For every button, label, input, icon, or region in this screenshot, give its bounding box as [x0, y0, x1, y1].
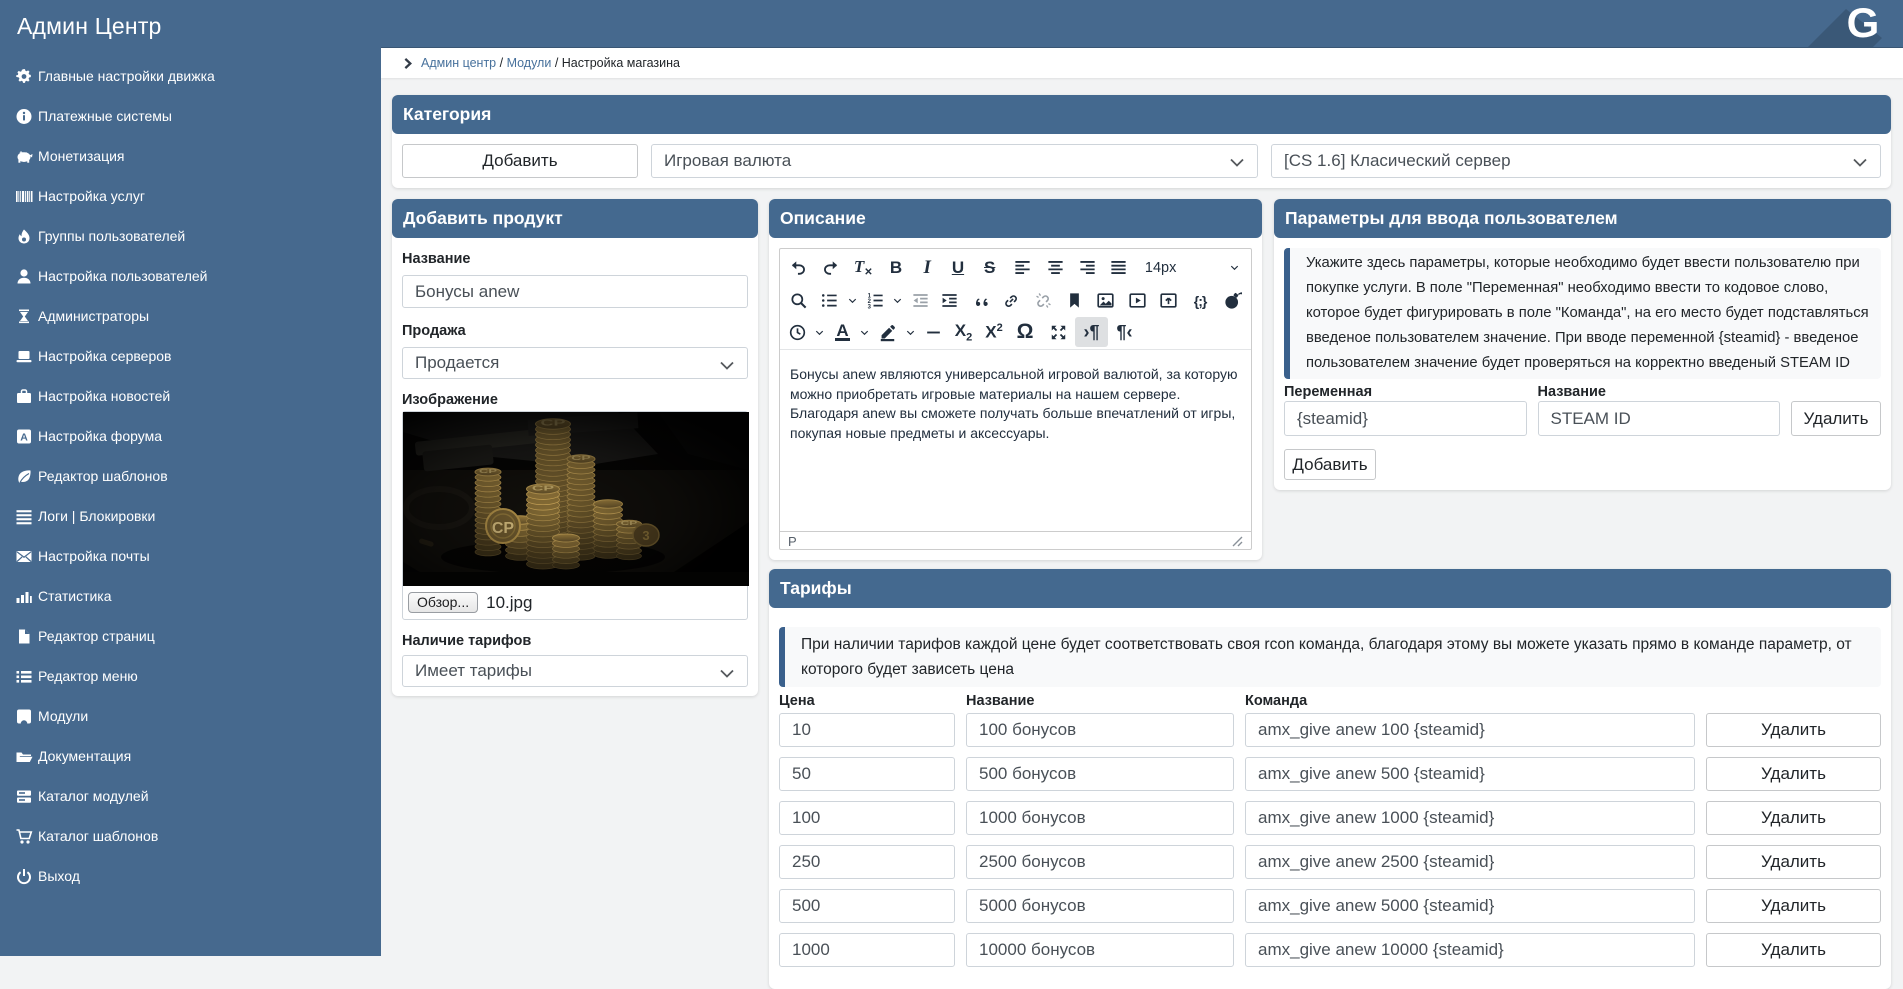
svg-text:A: A: [20, 431, 28, 443]
svg-text:3: 3: [867, 304, 871, 310]
